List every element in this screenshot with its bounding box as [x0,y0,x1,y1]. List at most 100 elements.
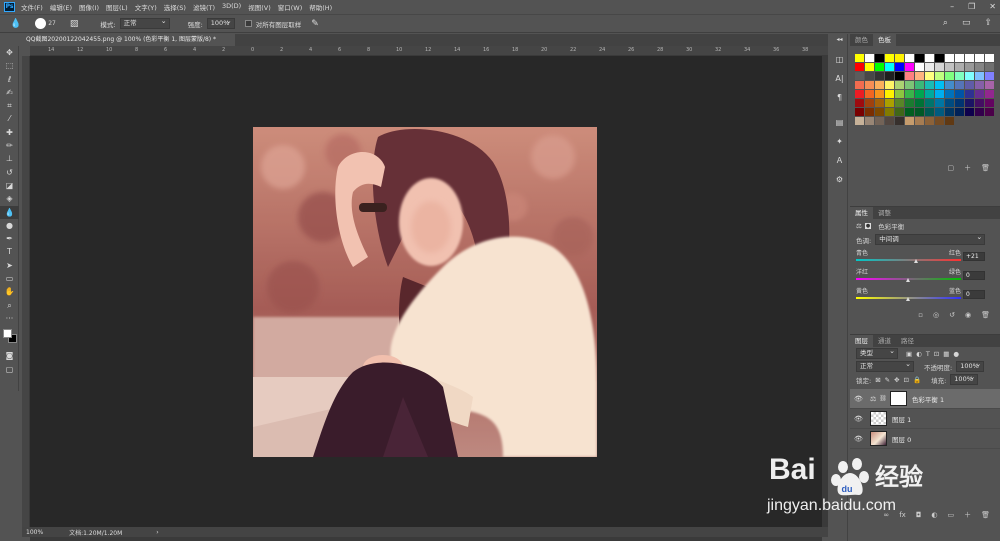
color-swatch[interactable] [935,54,944,62]
color-swatch[interactable] [975,99,984,107]
color-swatch[interactable] [925,90,934,98]
color-swatch[interactable] [925,72,934,80]
color-swatch[interactable] [945,81,954,89]
color-swatch[interactable] [935,63,944,71]
brush-settings-panel-icon[interactable]: ⚙ [831,170,848,189]
tab-swatches[interactable]: 色板 [873,34,896,46]
color-swatch[interactable] [865,90,874,98]
color-swatch[interactable] [905,117,914,125]
color-swatch[interactable] [925,117,934,125]
clone-stamp-tool-icon[interactable]: ⊥ [0,152,19,165]
color-swatch[interactable] [965,90,974,98]
dodge-tool-icon[interactable]: ● [0,219,19,232]
minimize-icon[interactable]: – [950,0,954,13]
delete-adjustment-icon[interactable]: 🗑 [981,311,990,319]
color-swatch[interactable] [875,81,884,89]
restore-icon[interactable]: ❐ [968,0,975,13]
tab-color[interactable]: 颜色 [850,34,873,46]
document-tab[interactable]: QQ截图20200122042455.png @ 100% (色彩平衡 1, 图… [22,34,235,46]
color-swatch[interactable] [985,90,994,98]
color-swatch[interactable] [905,99,914,107]
menu-item-5[interactable]: 选择(S) [164,2,186,12]
color-swatch[interactable] [905,72,914,80]
color-swatch[interactable] [975,108,984,116]
color-swatch[interactable] [895,72,904,80]
color-swatch[interactable] [865,99,874,107]
color-swatch[interactable] [895,54,904,62]
color-swatch[interactable] [925,108,934,116]
color-swatch[interactable] [895,99,904,107]
color-swatch[interactable] [905,81,914,89]
color-swatch[interactable] [945,99,954,107]
color-swatch[interactable] [955,54,964,62]
tab-paths[interactable]: 路径 [896,335,919,347]
layer-mask-thumbnail[interactable] [889,391,907,406]
move-tool-icon[interactable]: ✥ [0,46,19,59]
pen-tool-icon[interactable]: ✒ [0,232,19,245]
color-swatch[interactable] [955,81,964,89]
slider-value-input[interactable]: +21 [963,252,985,261]
view-previous-icon[interactable]: ◎ [933,311,939,319]
color-swatch[interactable] [965,63,974,71]
color-swatch[interactable] [975,81,984,89]
color-swatch[interactable] [875,63,884,71]
color-swatch[interactable] [875,54,884,62]
close-icon[interactable]: ✕ [989,0,996,13]
new-layer-icon[interactable]: ＋ [964,510,971,520]
color-swatch[interactable] [965,72,974,80]
history-icon[interactable]: ◫ [831,50,848,69]
color-swatch[interactable] [915,81,924,89]
color-swatch[interactable] [935,90,944,98]
quick-select-tool-icon[interactable]: ✍ [0,86,19,99]
new-swatch-icon[interactable]: ＋ [964,163,971,173]
color-swatch[interactable] [865,108,874,116]
color-swatch[interactable] [905,90,914,98]
color-swatch[interactable] [965,54,974,62]
healing-brush-tool-icon[interactable]: ✚ [0,126,19,139]
status-arrow-icon[interactable]: › [156,529,158,536]
lock-icons[interactable]: ⊠✎✥⊡🔒 [875,376,925,384]
eye-icon[interactable]: 👁 [854,415,864,423]
lasso-tool-icon[interactable]: ℓ [0,73,19,86]
menu-item-10[interactable]: 帮助(H) [309,2,332,12]
paragraph-icon[interactable]: ¶ [831,88,848,107]
layer-row[interactable]: 👁 图层 0 [850,429,1000,449]
color-swatch[interactable] [955,108,964,116]
color-swatch[interactable] [945,90,954,98]
tab-adjustments[interactable]: 调整 [873,207,896,219]
filter-icons[interactable]: ▣◐T⊡▦● [906,350,963,358]
color-swatch[interactable] [985,108,994,116]
color-swatch[interactable] [895,117,904,125]
slider-value-input[interactable]: 0 [963,290,985,299]
color-swatch[interactable] [955,90,964,98]
color-swatch[interactable] [865,54,874,62]
screen-mode-icon[interactable]: ▢ [0,363,19,376]
color-swatch[interactable] [905,54,914,62]
menu-item-6[interactable]: 滤镜(T) [193,2,215,12]
color-swatch[interactable] [855,99,864,107]
history-brush-tool-icon[interactable]: ↺ [0,166,19,179]
color-swatch[interactable] [925,99,934,107]
color-swatch[interactable] [955,72,964,80]
eyedropper-tool-icon[interactable]: ⁄ [0,112,19,125]
visibility-icon[interactable]: ◉ [965,311,971,319]
menu-item-9[interactable]: 窗口(W) [278,2,303,12]
color-swatch[interactable] [985,81,994,89]
brush-settings-icon[interactable]: ▨ [70,19,79,29]
color-swatch[interactable] [885,72,894,80]
color-swatch[interactable] [975,90,984,98]
tab-channels[interactable]: 通道 [873,335,896,347]
color-swatch[interactable] [885,54,894,62]
menu-item-1[interactable]: 编辑(E) [50,2,72,12]
layer-row[interactable]: 👁 ⚖ ⛓ 色彩平衡 1 [850,389,1000,409]
color-swatch[interactable] [915,54,924,62]
color-swatch[interactable] [925,81,934,89]
slider-value-input[interactable]: 0 [963,271,985,280]
color-swatch[interactable] [985,63,994,71]
color-swatch[interactable] [955,99,964,107]
color-swatch[interactable] [985,72,994,80]
libraries-icon[interactable]: ✦ [831,132,848,151]
mask-icon[interactable]: ● [864,223,872,229]
color-swatch[interactable] [885,108,894,116]
path-select-tool-icon[interactable]: ➤ [0,259,19,272]
